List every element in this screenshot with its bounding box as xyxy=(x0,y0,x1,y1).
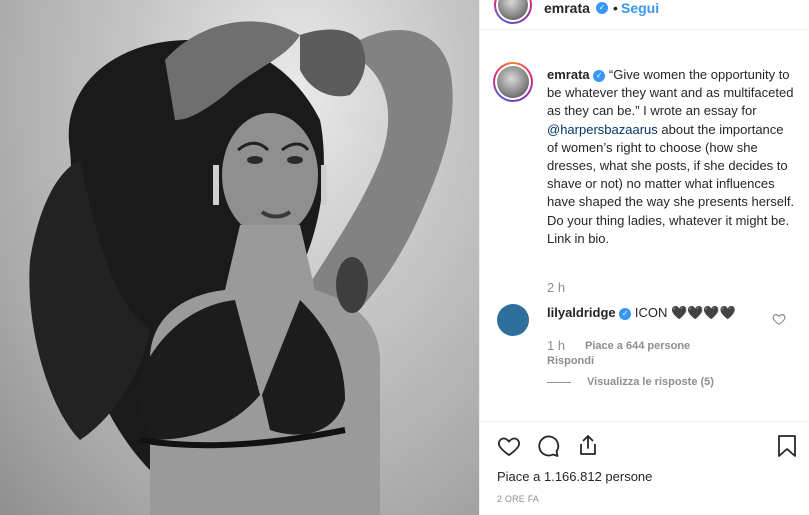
comment-heart-icon[interactable] xyxy=(772,312,786,326)
comment-bubble-icon[interactable] xyxy=(536,434,560,458)
post-header: emrata ✓ • Segui xyxy=(480,0,809,30)
verified-badge-icon: ✓ xyxy=(596,2,608,14)
bookmark-icon[interactable] xyxy=(776,434,798,458)
caption-timestamp: 2 h xyxy=(547,280,566,295)
heart-icon[interactable] xyxy=(497,434,521,458)
verified-badge-icon: ✓ xyxy=(619,308,632,320)
share-icon[interactable] xyxy=(576,433,600,457)
follow-button[interactable]: Segui xyxy=(621,0,659,16)
author-avatar[interactable] xyxy=(494,0,532,24)
comment-likes[interactable]: Piace a 644 persone xyxy=(585,340,690,352)
comment-text: ICON 🖤🖤🖤🖤 xyxy=(634,305,736,320)
header-username[interactable]: emrata xyxy=(544,0,590,16)
caption-text-rest: about the importance of women’s right to… xyxy=(547,121,795,246)
post-photo[interactable] xyxy=(0,0,479,515)
comment-username[interactable]: lilyaldridge xyxy=(547,305,616,320)
commenter-avatar[interactable] xyxy=(497,304,529,336)
comment-reply-button[interactable]: Rispondi xyxy=(547,355,594,367)
post-timestamp: 2 ORE FA xyxy=(497,494,540,504)
verified-badge-icon: ✓ xyxy=(593,70,606,82)
header-separator: • xyxy=(613,0,618,16)
replies-divider xyxy=(547,382,571,383)
caption-mention-link[interactable]: @harpersbazaarus xyxy=(547,122,658,137)
caption-author-avatar[interactable] xyxy=(493,62,533,102)
caption-username[interactable]: emrata xyxy=(547,67,590,82)
comment-timestamp: 1 h xyxy=(547,338,566,353)
post-photo-illustration xyxy=(29,21,453,515)
post-caption: emrata ✓ “Give women the opportunity to … xyxy=(547,66,797,248)
likes-count[interactable]: Piace a 1.166.812 persone xyxy=(497,469,652,484)
view-replies-button[interactable]: Visualizza le risposte (5) xyxy=(587,376,714,388)
comment-body: lilyaldridge ✓ ICON 🖤🖤🖤🖤 xyxy=(547,305,777,321)
post-actions: Piace a 1.166.812 persone 2 ORE FA xyxy=(480,421,809,515)
post-side-panel: emrata ✓ • Segui emrata ✓ “Give women th… xyxy=(479,0,809,515)
